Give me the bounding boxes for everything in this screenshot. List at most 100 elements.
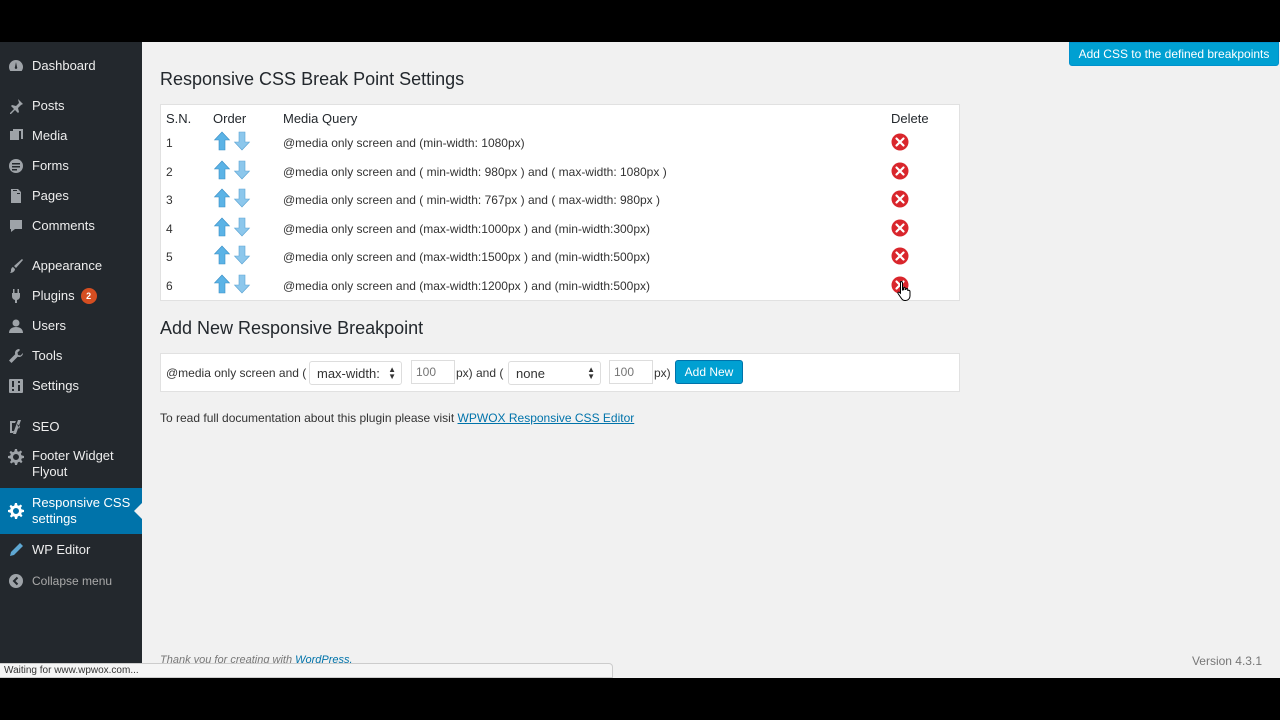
wordpress-admin-screen: Dashboard Posts Media Forms Pages Commen… [0, 42, 1280, 678]
sidebar-label: Dashboard [32, 58, 96, 73]
sidebar-item-footer-widget-flyout[interactable]: Footer Widget Flyout [0, 448, 142, 484]
header-media-query: Media Query [283, 111, 358, 126]
row-sn: 2 [166, 164, 173, 179]
breakpoints-table: S.N. Order Media Query Delete 1 @media on… [160, 104, 960, 301]
page-icon [0, 188, 32, 204]
condition-select-1[interactable]: max-width: ▲ ▼ [309, 361, 402, 385]
add-new-button[interactable]: Add New [675, 360, 743, 384]
plug-icon [0, 288, 32, 304]
move-up-arrow-icon[interactable] [213, 160, 231, 183]
add-css-breakpoints-button[interactable]: Add CSS to the defined breakpoints [1069, 42, 1279, 66]
sidebar-label: Forms [32, 158, 69, 173]
sidebar-label: Footer Widget Flyout [32, 448, 114, 479]
sidebar-item-seo[interactable]: SEO [0, 417, 142, 437]
gear-icon [0, 449, 32, 465]
delete-icon[interactable] [891, 133, 909, 151]
sidebar-label: Posts [32, 98, 65, 113]
move-down-arrow-icon[interactable] [233, 274, 251, 297]
sidebar-item-appearance[interactable]: Appearance [0, 256, 142, 276]
delete-icon[interactable] [891, 247, 909, 265]
sidebar-label: Pages [32, 188, 69, 203]
media-icon [0, 128, 32, 144]
seo-icon [0, 419, 32, 435]
sidebar-item-plugins[interactable]: Plugins 2 [0, 286, 142, 306]
pencil-icon [0, 542, 32, 558]
move-up-arrow-icon[interactable] [213, 245, 231, 268]
collapse-menu-button[interactable]: Collapse menu [0, 572, 142, 590]
sidebar-item-posts[interactable]: Posts [0, 96, 142, 116]
add-breakpoint-form: @media only screen and ( max-width: ▲▼ p… [160, 353, 960, 392]
width-input-2[interactable] [609, 360, 653, 384]
media-prefix-text: @media only screen and ( [166, 366, 307, 380]
table-row: 1 @media only screen and (min-width: 1080… [161, 129, 959, 157]
row-media-query: @media only screen and ( min-width: 980p… [283, 164, 667, 179]
sidebar-item-users[interactable]: Users [0, 316, 142, 336]
delete-icon[interactable] [891, 162, 909, 180]
move-up-arrow-icon[interactable] [213, 188, 231, 211]
sidebar-item-responsive-css-settings[interactable]: Responsive CSS settings [0, 488, 142, 534]
condition-select-2[interactable]: none ▲ ▼ [508, 361, 601, 385]
row-sn: 1 [166, 136, 173, 150]
delete-icon[interactable] [891, 219, 909, 237]
sidebar-label: Comments [32, 218, 95, 233]
plugins-update-badge: 2 [80, 288, 97, 304]
row-media-query: @media only screen and ( min-width: 767p… [283, 193, 661, 207]
sidebar-label: Plugins [32, 288, 75, 303]
sidebar-label: Settings [32, 378, 79, 393]
move-down-arrow-icon[interactable] [233, 245, 251, 268]
sidebar-item-comments[interactable]: Comments [0, 216, 142, 236]
sidebar-item-dashboard[interactable]: Dashboard [0, 56, 142, 76]
width-input-1[interactable] [411, 360, 455, 384]
row-sn: 4 [166, 221, 173, 236]
comment-icon [0, 218, 32, 234]
browser-status-bar: Waiting for www.wpwox.com... [0, 663, 613, 678]
move-down-arrow-icon[interactable] [233, 188, 251, 211]
order-controls [213, 131, 251, 154]
header-sn: S.N. [166, 111, 192, 126]
move-down-arrow-icon[interactable] [233, 160, 251, 183]
sidebar-item-tools[interactable]: Tools [0, 346, 142, 366]
user-icon [0, 318, 32, 334]
order-controls [213, 245, 251, 268]
admin-sidebar: Dashboard Posts Media Forms Pages Commen… [0, 42, 142, 678]
move-down-arrow-icon[interactable] [233, 217, 251, 240]
breakpoints-section-title: Responsive CSS Break Point Settings [160, 69, 465, 89]
brush-icon [0, 258, 32, 274]
move-down-arrow-icon[interactable] [233, 131, 251, 154]
collapse-menu-label: Collapse menu [32, 574, 113, 588]
documentation-link[interactable]: WPWOX Responsive CSS Editor [458, 411, 635, 425]
delete-icon[interactable] [891, 190, 909, 208]
order-controls [213, 274, 251, 297]
row-media-query: @media only screen and (max-width:1200px… [283, 278, 651, 293]
sidebar-item-forms[interactable]: Forms [0, 156, 142, 176]
order-controls [213, 160, 251, 183]
move-up-arrow-icon[interactable] [213, 131, 231, 154]
row-media-query: @media only screen and (min-width: 1080p… [283, 136, 525, 150]
move-up-arrow-icon[interactable] [213, 274, 231, 297]
sidebar-item-pages[interactable]: Pages [0, 186, 142, 206]
row-media-query: @media only screen and (max-width:1500px… [283, 250, 651, 264]
sidebar-item-media[interactable]: Media [0, 126, 142, 146]
select-value: max-width: [317, 365, 380, 381]
table-row: 5 @media only screen and (max-width:1500p… [161, 243, 959, 271]
gear-icon [0, 503, 32, 519]
select-arrows-icon: ▲ ▼ [388, 365, 396, 381]
delete-icon[interactable] [891, 276, 909, 294]
sidebar-label: Tools [32, 348, 63, 363]
collapse-arrow-icon [0, 573, 32, 589]
pin-icon [0, 98, 32, 114]
order-controls [213, 188, 251, 211]
forms-icon [0, 158, 32, 174]
select-arrows-icon: ▲ ▼ [587, 365, 595, 381]
sidebar-label: SEO [32, 419, 60, 434]
move-up-arrow-icon[interactable] [213, 217, 231, 240]
suffix-text: px) [654, 366, 671, 380]
add-section-title: Add New Responsive Breakpoint [160, 318, 424, 338]
documentation-text: To read full documentation about this pl… [160, 411, 455, 425]
header-order: Order [213, 111, 247, 126]
table-row: 4 @media only screen and (max-width:1000p… [161, 215, 959, 243]
sidebar-item-wp-editor[interactable]: WP Editor [0, 540, 142, 560]
sidebar-label: WP Editor [32, 542, 91, 557]
row-media-query: @media only screen and (max-width:1000px… [283, 221, 651, 236]
sidebar-item-settings[interactable]: Settings [0, 376, 142, 396]
